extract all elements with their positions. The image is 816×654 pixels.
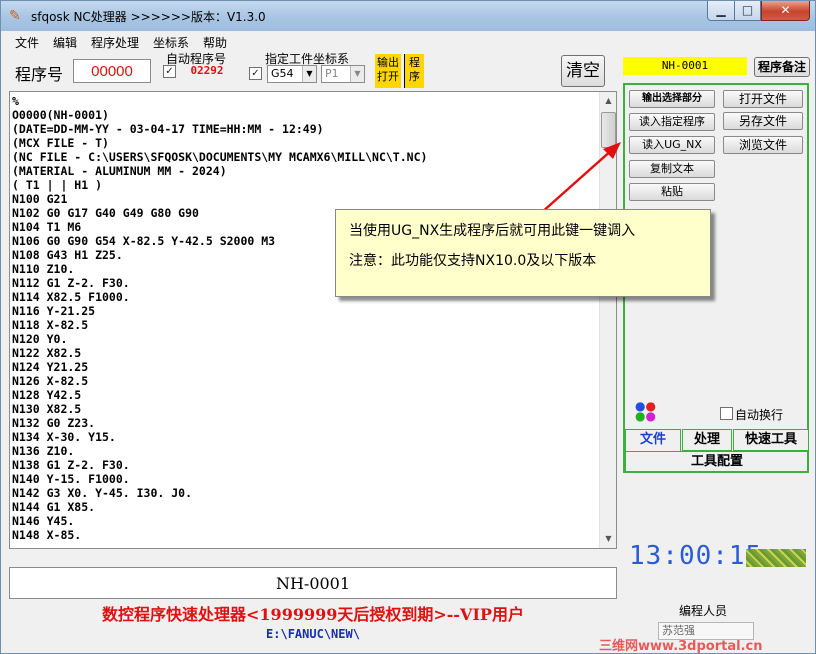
callout-line-2: 注意：此功能仅支持NX10.0及以下版本 [349,253,597,269]
callout-arrow-line [540,148,614,214]
callout-line-1: 当使用UG_NX生成程序后就可用此键一键调入 [349,223,636,239]
app-window: ✎ sfqosk NC处理器 >>>>>>版本：V1.3.0 ▁ □ ✕ 文件 … [0,0,816,654]
tooltip-callout: 当使用UG_NX生成程序后就可用此键一键调入 注意：此功能仅支持NX10.0及以… [335,209,711,297]
watermark-text: 三维网www.3dportal.cn [599,639,763,654]
callout-arrow [540,142,621,214]
